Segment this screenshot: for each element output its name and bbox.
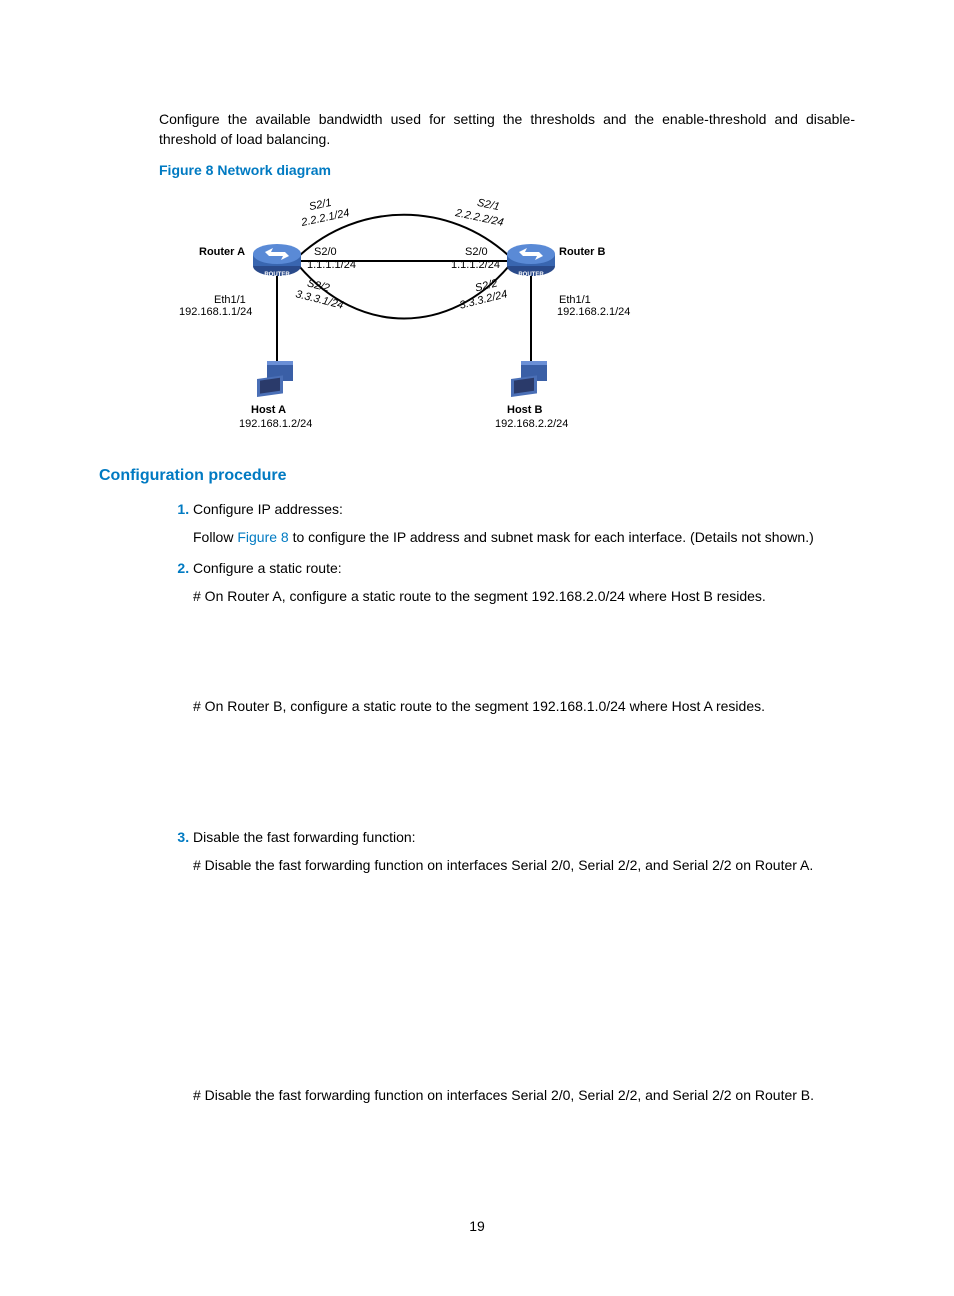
figure-8-link[interactable]: Figure 8: [237, 529, 288, 545]
step3-b: # Disable the fast forwarding function o…: [193, 1085, 855, 1105]
eth-a-ip: 192.168.1.1/24: [179, 306, 252, 318]
step2-b: # On Router B, configure a static route …: [193, 696, 855, 716]
step1-body: Follow Figure 8 to configure the IP addr…: [193, 527, 855, 547]
s20b-label: S2/0: [465, 246, 488, 258]
s20b-ip: 1.1.1.2/24: [451, 259, 500, 271]
s20a-ip: 1.1.1.1/24: [307, 259, 356, 271]
step1-title: Configure IP addresses:: [193, 501, 343, 517]
step-3: Disable the fast forwarding function: # …: [193, 827, 855, 1106]
steps-list: Configure IP addresses: Follow Figure 8 …: [159, 499, 855, 1105]
host-a-ip: 192.168.1.2/24: [239, 418, 312, 430]
svg-text:ROUTER: ROUTER: [264, 272, 290, 278]
eth-b-label: Eth1/1: [559, 294, 591, 306]
step2-title: Configure a static route:: [193, 560, 342, 576]
document-page: Configure the available bandwidth used f…: [0, 0, 954, 1296]
config-procedure-heading: Configuration procedure: [99, 464, 855, 487]
step3-a: # Disable the fast forwarding function o…: [193, 855, 855, 875]
host-a-label: Host A: [251, 404, 286, 416]
eth-b-ip: 192.168.2.1/24: [557, 306, 630, 318]
page-number: 19: [0, 1216, 954, 1236]
step-1: Configure IP addresses: Follow Figure 8 …: [193, 499, 855, 548]
network-diagram: ROUTER ROUTER: [159, 186, 649, 436]
host-b-ip: 192.168.2.2/24: [495, 418, 568, 430]
router-b-label: Router B: [559, 246, 605, 258]
svg-text:ROUTER: ROUTER: [518, 272, 544, 278]
intro-paragraph: Configure the available bandwidth used f…: [159, 109, 855, 150]
eth-a-label: Eth1/1: [214, 294, 246, 306]
router-a-label: Router A: [199, 246, 245, 258]
s20a-label: S2/0: [314, 246, 337, 258]
host-b-label: Host B: [507, 404, 542, 416]
step3-title: Disable the fast forwarding function:: [193, 829, 416, 845]
step-2: Configure a static route: # On Router A,…: [193, 558, 855, 717]
step2-a: # On Router A, configure a static route …: [193, 586, 855, 606]
figure-caption: Figure 8 Network diagram: [159, 160, 855, 180]
